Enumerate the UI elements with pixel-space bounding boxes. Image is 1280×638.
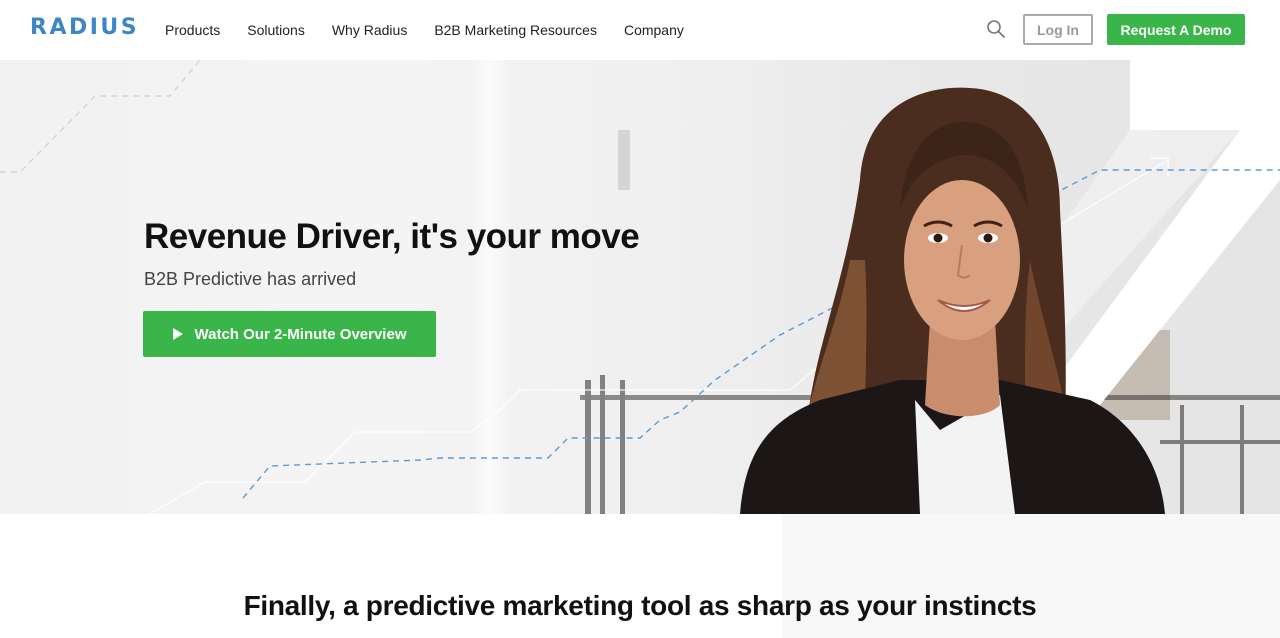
request-demo-button[interactable]: Request A Demo — [1107, 14, 1245, 45]
watch-overview-button[interactable]: Watch Our 2-Minute Overview — [143, 311, 436, 357]
main-nav: Products Solutions Why Radius B2B Market… — [165, 0, 711, 60]
hero-title: Revenue Driver, it's your move — [144, 217, 640, 256]
site-header: RADIUS Products Solutions Why Radius B2B… — [0, 0, 1280, 60]
play-icon — [172, 328, 183, 340]
nav-item-solutions[interactable]: Solutions — [247, 22, 305, 38]
grey-dashed-line — [0, 60, 201, 173]
search-icon[interactable] — [986, 19, 1006, 39]
nav-item-b2b-marketing-resources[interactable]: B2B Marketing Resources — [434, 22, 597, 38]
nav-item-products[interactable]: Products — [165, 22, 220, 38]
watch-overview-label: Watch Our 2-Minute Overview — [194, 325, 407, 343]
nav-item-company[interactable]: Company — [624, 22, 684, 38]
section-title: Finally, a predictive marketing tool as … — [243, 590, 1037, 621]
log-in-button[interactable]: Log In — [1023, 14, 1093, 45]
hero-person-image — [740, 87, 1165, 514]
hero-section: Revenue Driver, it's your move B2B Predi… — [0, 60, 1280, 514]
hero-subtitle: B2B Predictive has arrived — [144, 269, 357, 289]
nav-item-why-radius[interactable]: Why Radius — [332, 22, 407, 38]
radius-logo[interactable]: RADIUS — [30, 15, 139, 40]
